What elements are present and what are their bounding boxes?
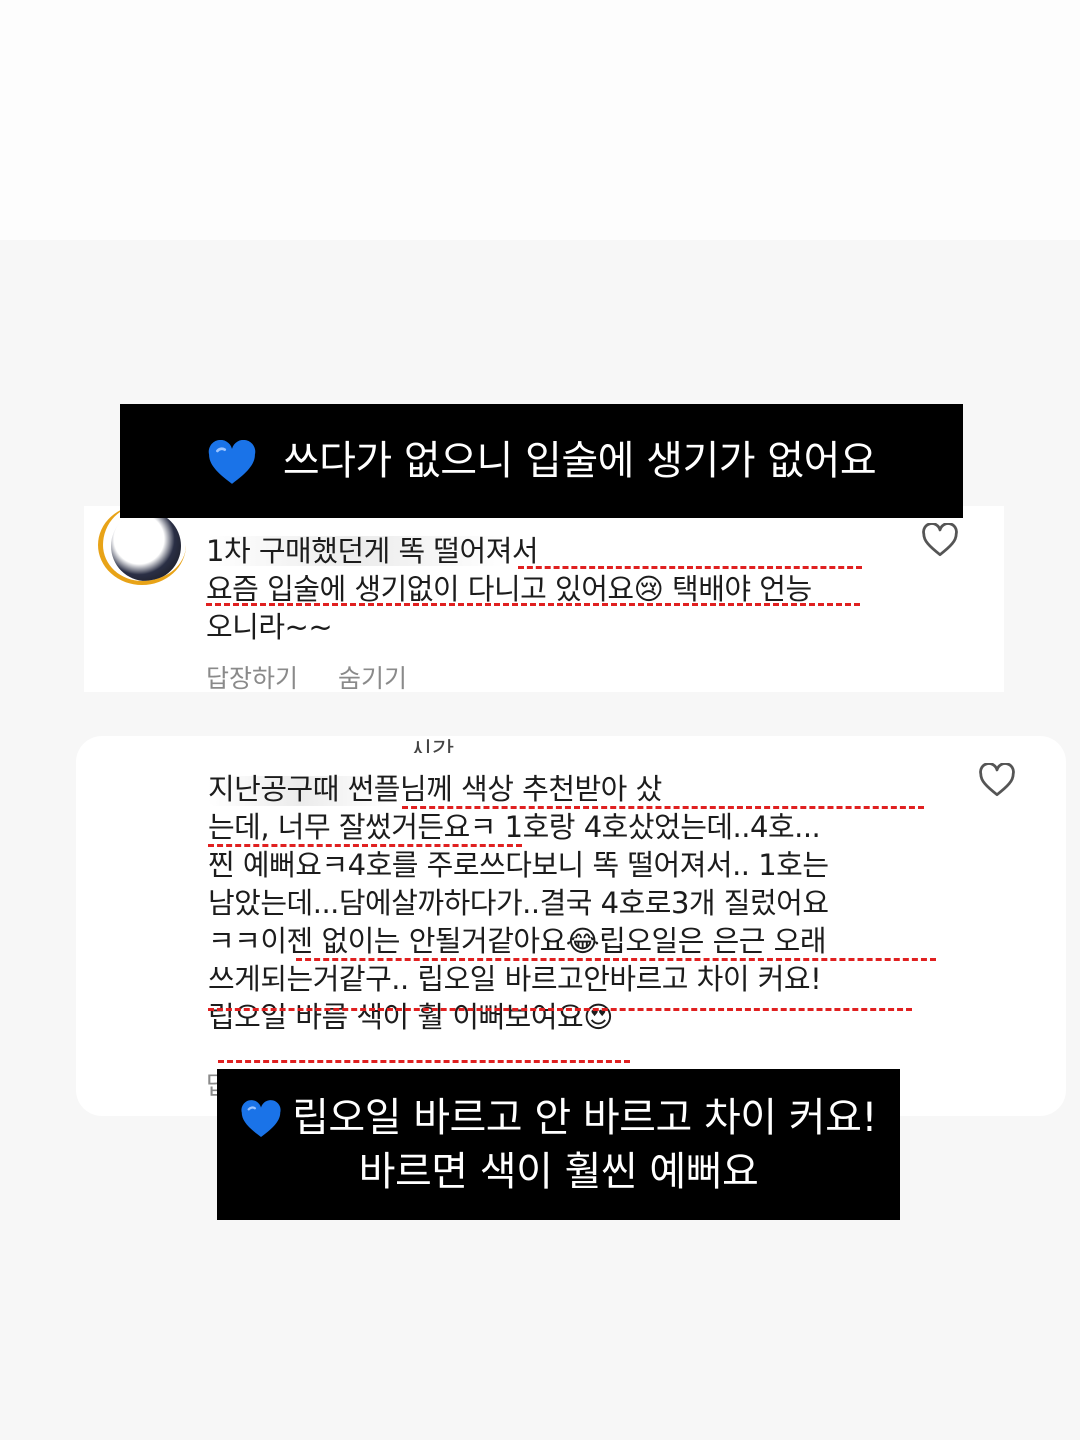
hide-button[interactable]: 숨기기 — [338, 659, 407, 695]
highlight-underline — [208, 844, 522, 847]
reply-button[interactable]: 답장하기 — [206, 659, 298, 695]
banner-top-text: 쓰다가 없으니 입술에 생기가 없어요 — [282, 438, 877, 484]
highlight-underline — [206, 603, 860, 606]
highlight-underline — [208, 1008, 912, 1011]
highlight-underline — [518, 566, 862, 569]
top-blank-area — [0, 0, 1080, 240]
blue-heart-icon — [207, 440, 257, 486]
caption-banner-bottom: 립오일 바르고 안 바르고 차이 커요! 바르면 색이 훨씬 예뻐요 — [217, 1069, 900, 1220]
banner-bottom-line1: 립오일 바르고 안 바르고 차이 커요! — [292, 1094, 877, 1141]
comment-time: 시간 — [410, 737, 455, 753]
comment-1-text: 1차 구매했던게 똑 떨어져서 요즘 입술에 생기없이 다니고 있어요😢 택배야… — [206, 534, 812, 644]
blue-heart-icon — [240, 1100, 282, 1139]
heart-outline-icon[interactable] — [978, 763, 1016, 797]
highlight-underline — [218, 1060, 630, 1063]
heart-outline-icon[interactable] — [921, 523, 959, 557]
avatar-image — [111, 511, 181, 581]
banner-bottom-line2: 바르면 색이 훨씬 예뻐요 — [358, 1148, 759, 1195]
highlight-underline — [296, 958, 936, 961]
comment-2-text: 지난공구때 썬플님께 색상 추천받아 샀 는데, 너무 잘썼거든요ㅋ 1호랑 4… — [208, 772, 829, 1034]
caption-banner-top: 쓰다가 없으니 입술에 생기가 없어요 — [120, 404, 963, 518]
highlight-underline — [402, 806, 924, 809]
